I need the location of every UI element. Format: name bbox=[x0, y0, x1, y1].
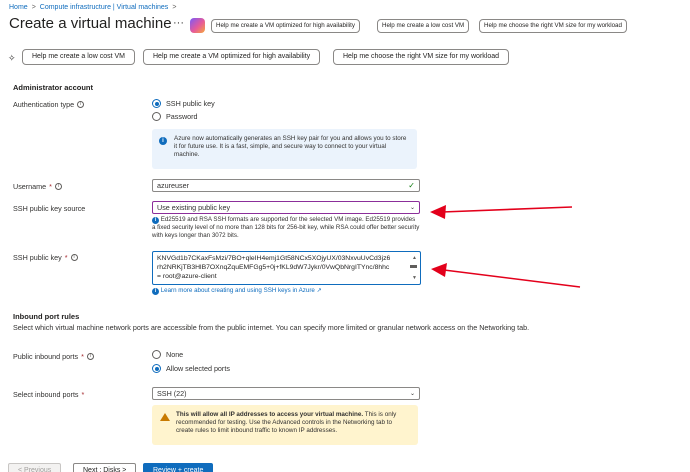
annotation-arrow-line bbox=[443, 269, 581, 288]
annotation-arrow-line bbox=[441, 206, 573, 213]
annotation-arrows bbox=[430, 205, 581, 288]
annotation-arrow-head bbox=[430, 205, 446, 219]
annotation-arrow-head bbox=[431, 263, 447, 277]
